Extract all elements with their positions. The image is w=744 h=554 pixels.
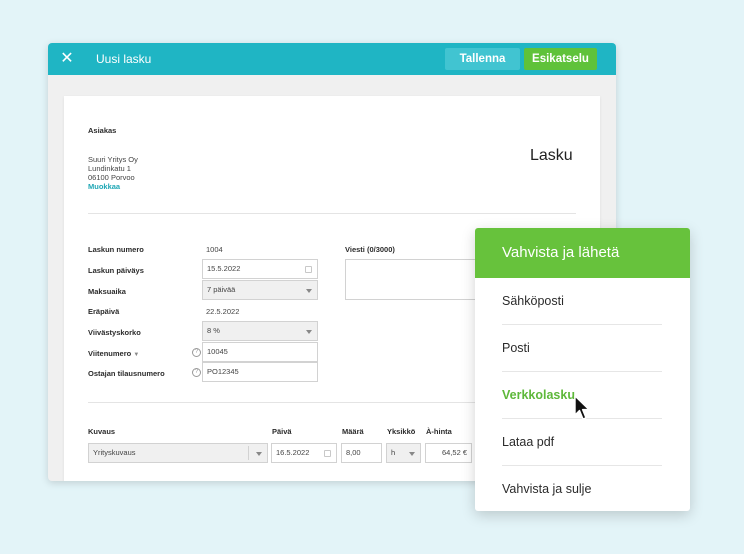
calendar-icon	[324, 450, 331, 457]
payment-terms-value: 7 päivää	[207, 285, 236, 294]
confirm-send-button[interactable]: Vahvista ja lähetä	[475, 228, 690, 278]
divider	[88, 213, 576, 214]
due-date-label: Eräpäivä	[88, 307, 120, 316]
order-number-field[interactable]: PO12345	[202, 362, 318, 382]
preview-button[interactable]: Esikatselu	[524, 48, 597, 70]
row-date-value: 16.5.2022	[276, 448, 310, 457]
window-title: Uusi lasku	[96, 52, 152, 66]
send-menu: Vahvista ja lähetä Sähköposti Posti Verk…	[475, 228, 690, 511]
customer-label: Asiakas	[88, 126, 117, 135]
quantity-value: 8,00	[346, 448, 361, 457]
column-unit: Yksikkö	[387, 427, 416, 436]
menu-item-email[interactable]: Sähköposti	[502, 278, 662, 325]
mouse-cursor-icon	[574, 395, 590, 420]
unit-select[interactable]: h	[386, 443, 421, 463]
close-icon[interactable]: ✕	[58, 50, 76, 68]
customer-city: 06100 Porvoo	[88, 173, 135, 182]
reference-value: 10045	[207, 347, 228, 356]
caret-down-icon: ▼	[133, 352, 140, 358]
interest-select[interactable]: 8 %	[202, 321, 318, 341]
save-button[interactable]: Tallenna	[445, 48, 520, 70]
menu-item-confirm-close[interactable]: Vahvista ja sulje	[502, 466, 662, 511]
edit-customer-link[interactable]: Muokkaa	[88, 182, 120, 191]
quantity-field[interactable]: 8,00	[341, 443, 382, 463]
message-label: Viesti (0/3000)	[345, 245, 395, 254]
order-number-label: Ostajan tilausnumero	[88, 369, 165, 378]
calendar-icon	[305, 266, 312, 273]
unit-price-value: 64,52 €	[441, 448, 467, 457]
column-unit-price: À-hinta	[426, 427, 452, 436]
due-date-value: 22.5.2022	[206, 307, 240, 316]
payment-terms-select[interactable]: 7 päivää	[202, 280, 318, 300]
payment-terms-label: Maksuaika	[88, 287, 126, 296]
help-icon[interactable]: ?	[192, 368, 201, 377]
column-date: Päivä	[272, 427, 292, 436]
column-description: Kuvaus	[88, 427, 116, 436]
reference-label[interactable]: Viitenumero ▼	[88, 349, 139, 358]
interest-label: Viivästyskorko	[88, 328, 141, 337]
menu-item-download-pdf[interactable]: Lataa pdf	[502, 419, 662, 466]
invoice-date-label: Laskun päiväys	[88, 266, 144, 275]
menu-item-post[interactable]: Posti	[502, 325, 662, 372]
invoice-date-field[interactable]: 15.5.2022	[202, 259, 318, 279]
reference-label-text: Viitenumero	[88, 349, 132, 358]
invoice-number-label: Laskun numero	[88, 245, 144, 254]
unit-price-field[interactable]: 64,52 €	[425, 443, 472, 463]
chevron-down-icon	[409, 452, 415, 456]
description-select[interactable]: Yrityskuvaus	[88, 443, 268, 463]
invoice-date-value: 15.5.2022	[207, 264, 241, 273]
column-quantity: Määrä	[342, 427, 364, 436]
chevron-down-icon	[256, 452, 262, 456]
customer-name: Suuri Yritys Oy	[88, 155, 138, 164]
chevron-down-icon	[306, 330, 312, 334]
top-bar: ✕ Uusi lasku Tallenna Esikatselu	[48, 43, 616, 75]
document-title: Lasku	[530, 147, 573, 164]
order-number-value: PO12345	[207, 367, 239, 376]
chevron-down-icon	[306, 289, 312, 293]
help-icon[interactable]: ?	[192, 348, 201, 357]
divider	[248, 446, 249, 460]
interest-value: 8 %	[207, 326, 220, 335]
invoice-number-value: 1004	[206, 245, 223, 254]
row-date-field[interactable]: 16.5.2022	[271, 443, 337, 463]
customer-street: Lundinkatu 1	[88, 164, 131, 173]
reference-field[interactable]: 10045	[202, 342, 318, 362]
unit-value: h	[391, 448, 396, 457]
description-value: Yrityskuvaus	[93, 448, 136, 457]
